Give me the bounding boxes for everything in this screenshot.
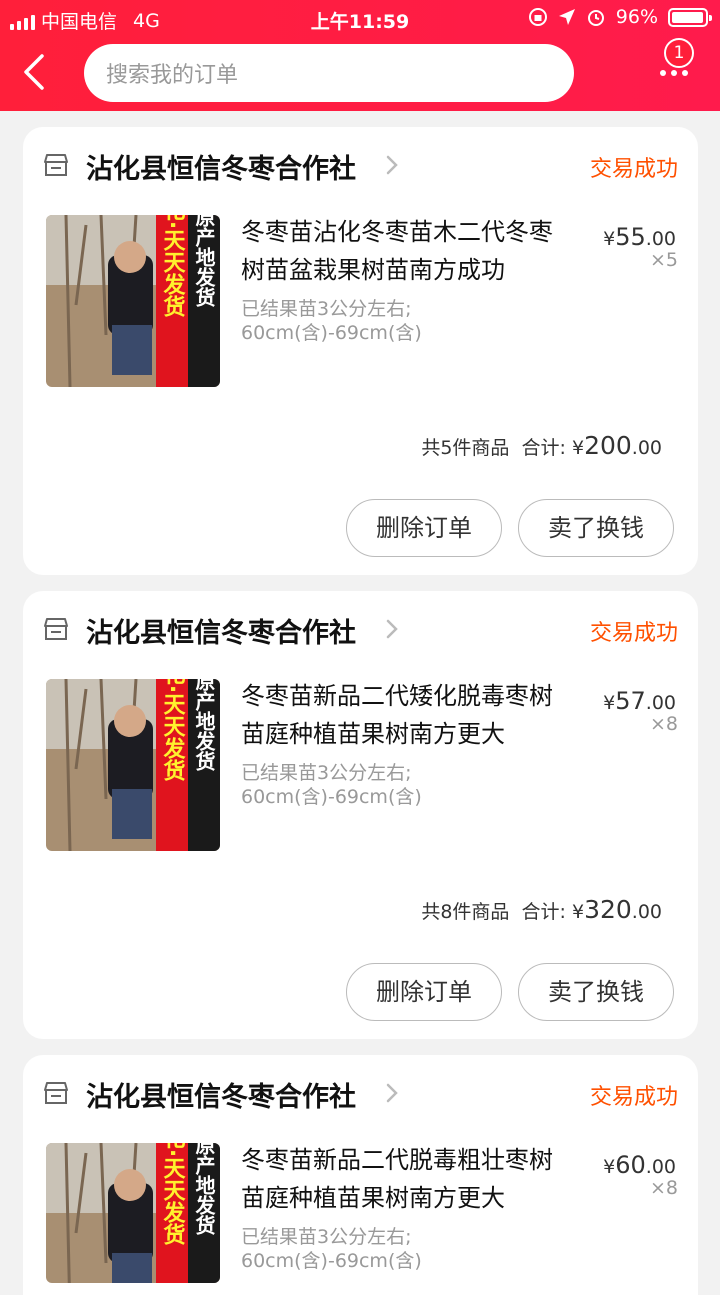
product-quantity: ×8 (649, 1177, 678, 1199)
chevron-right-icon (386, 1083, 398, 1103)
product-image[interactable]: 沾化·天天发货 冬枣原产地发货 (46, 679, 220, 851)
status-bar: 中国电信 4G 上午11:59 96% (0, 0, 720, 38)
total-decimal: .00 (631, 437, 662, 459)
total-integer: 200 (584, 431, 632, 460)
chevron-right-icon (386, 619, 398, 639)
sku-line: 已结果苗3公分左右; (241, 1226, 412, 1248)
price-integer: 60 (615, 1151, 646, 1179)
svg-text:冬枣原产地发货: 冬枣原产地发货 (192, 215, 216, 308)
search-input[interactable]: 搜索我的订单 (84, 44, 574, 102)
price-decimal: .00 (645, 1156, 676, 1178)
nav-bar: 搜索我的订单 1 (0, 38, 720, 111)
location-icon (558, 9, 575, 25)
product-title[interactable]: 冬枣苗新品二代矮化脱毒枣树苗庭种植苗果树南方更大 (241, 677, 573, 753)
product-photo: 沾化·天天发货 冬枣原产地发货 (46, 215, 220, 387)
chevron-right-icon (386, 155, 398, 175)
sku-line: 60cm(含)-69cm(含) (241, 1250, 422, 1272)
resell-button[interactable]: 卖了换钱 (518, 963, 674, 1021)
shop-icon (44, 154, 68, 176)
back-button[interactable] (18, 52, 54, 92)
shop-name[interactable]: 沾化县恒信冬枣合作社 (86, 1075, 356, 1114)
svg-text:冬枣原产地发货: 冬枣原产地发货 (192, 1143, 216, 1236)
delete-order-button[interactable]: 删除订单 (346, 499, 502, 557)
alarm-icon (587, 10, 604, 26)
product-sku: 已结果苗3公分左右; 60cm(含)-69cm(含) (241, 297, 571, 345)
item-count: 共5件商品 (421, 437, 510, 459)
order-card: 沾化县恒信冬枣合作社 交易成功 沾化·天天发货 冬枣原产地发货 冬枣苗新品二代脱… (23, 1055, 698, 1295)
order-total: 共5件商品 合计: ¥200.00 (421, 431, 662, 460)
product-quantity: ×8 (649, 713, 678, 735)
delete-order-button[interactable]: 删除订单 (346, 963, 502, 1021)
order-status: 交易成功 (589, 157, 678, 182)
battery-percent: 96% (615, 6, 658, 28)
more-button[interactable]: 1 (654, 38, 704, 94)
order-status: 交易成功 (589, 621, 678, 646)
product-quantity: ×5 (649, 249, 678, 271)
product-image[interactable]: 沾化·天天发货 冬枣原产地发货 (46, 1143, 220, 1283)
product-sku: 已结果苗3公分左右; 60cm(含)-69cm(含) (241, 1225, 571, 1273)
price-decimal: .00 (645, 228, 676, 250)
notification-badge: 1 (664, 38, 694, 68)
shop-name[interactable]: 沾化县恒信冬枣合作社 (86, 611, 356, 650)
total-label: 合计: (521, 901, 566, 923)
shop-icon (44, 618, 68, 640)
resell-button[interactable]: 卖了换钱 (518, 499, 674, 557)
more-dots-icon (660, 70, 688, 76)
svg-text:沾化·天天发货: 沾化·天天发货 (160, 679, 187, 783)
order-status: 交易成功 (589, 1085, 678, 1110)
shop-row[interactable]: 沾化县恒信冬枣合作社 交易成功 (23, 1055, 698, 1131)
total-integer: 320 (584, 895, 632, 924)
orientation-lock-icon (528, 8, 547, 26)
sku-line: 60cm(含)-69cm(含) (241, 786, 422, 808)
battery-icon (668, 7, 712, 27)
sku-line: 已结果苗3公分左右; (241, 762, 412, 784)
shop-name[interactable]: 沾化县恒信冬枣合作社 (86, 147, 356, 186)
price-decimal: .00 (645, 692, 676, 714)
product-photo: 沾化·天天发货 冬枣原产地发货 (46, 1143, 220, 1283)
svg-text:沾化·天天发货: 沾化·天天发货 (160, 215, 187, 319)
product-photo: 沾化·天天发货 冬枣原产地发货 (46, 679, 220, 851)
product-title[interactable]: 冬枣苗沾化冬枣苗木二代冬枣树苗盆栽果树苗南方成功 (241, 213, 573, 289)
search-placeholder: 搜索我的订单 (106, 63, 239, 88)
total-decimal: .00 (631, 901, 662, 923)
svg-text:沾化·天天发货: 沾化·天天发货 (160, 1143, 187, 1247)
order-total: 共8件商品 合计: ¥320.00 (421, 895, 662, 924)
app-header: 中国电信 4G 上午11:59 96% 搜索我的订单 1 (0, 0, 720, 111)
order-card: 沾化县恒信冬枣合作社 交易成功 沾化·天天发货 冬枣原产地发货 冬枣苗沾化冬枣苗… (23, 127, 698, 575)
shop-row[interactable]: 沾化县恒信冬枣合作社 交易成功 (23, 127, 698, 203)
chevron-left-icon (24, 54, 44, 90)
item-count: 共8件商品 (421, 901, 510, 923)
product-price: ¥60.00 (603, 1151, 676, 1179)
price-integer: 55 (615, 223, 646, 251)
shop-row[interactable]: 沾化县恒信冬枣合作社 交易成功 (23, 591, 698, 667)
shop-icon (44, 1082, 68, 1104)
product-sku: 已结果苗3公分左右; 60cm(含)-69cm(含) (241, 761, 571, 809)
product-price: ¥57.00 (603, 687, 676, 715)
sku-line: 已结果苗3公分左右; (241, 298, 412, 320)
total-label: 合计: (521, 437, 566, 459)
svg-text:冬枣原产地发货: 冬枣原产地发货 (192, 679, 216, 772)
price-integer: 57 (615, 687, 646, 715)
order-card: 沾化县恒信冬枣合作社 交易成功 沾化·天天发货 冬枣原产地发货 冬枣苗新品二代矮… (23, 591, 698, 1039)
product-title[interactable]: 冬枣苗新品二代脱毒粗壮枣树苗庭种植苗果树南方更大 (241, 1141, 573, 1217)
sku-line: 60cm(含)-69cm(含) (241, 322, 422, 344)
product-image[interactable]: 沾化·天天发货 冬枣原产地发货 (46, 215, 220, 387)
product-price: ¥55.00 (603, 223, 676, 251)
